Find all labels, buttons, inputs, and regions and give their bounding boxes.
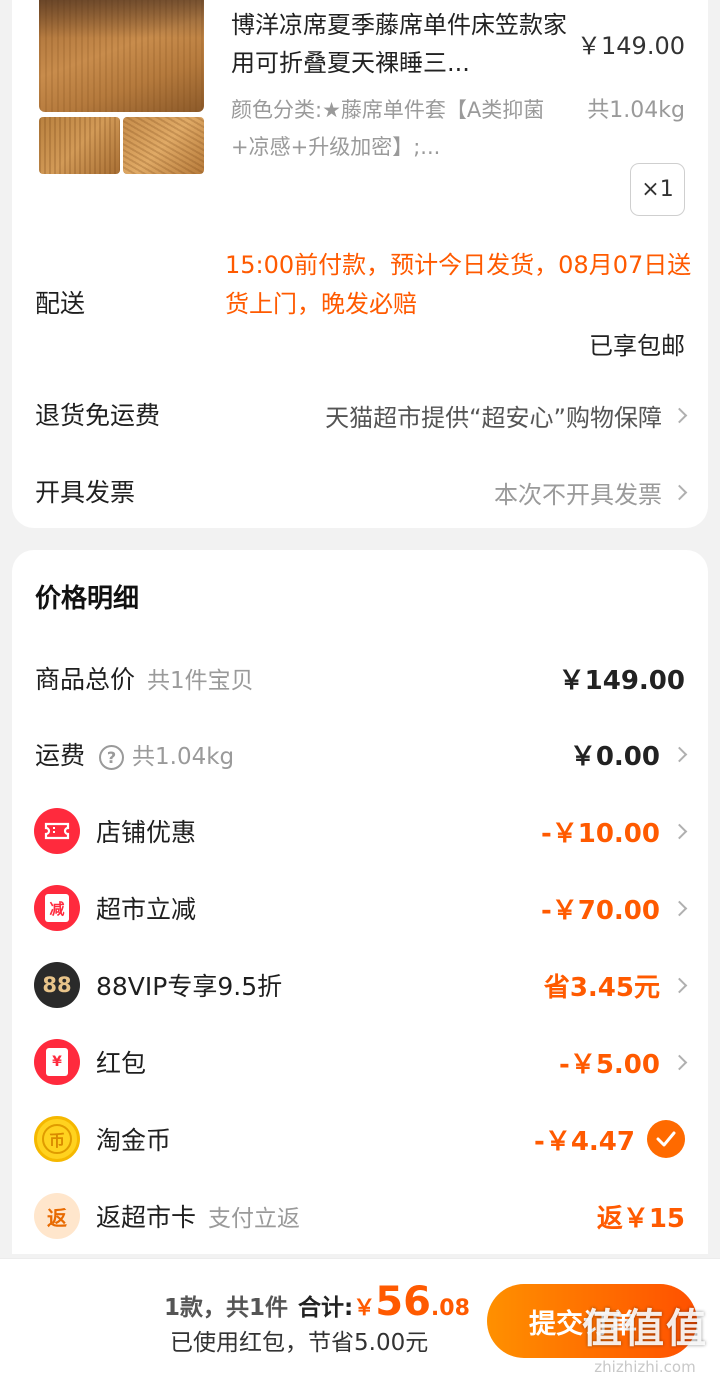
help-icon[interactable]: ? [99, 744, 125, 770]
watermark-domain: zhizhizhi.com [594, 1358, 696, 1376]
goods-total-amount: ￥149.00 [558, 665, 685, 696]
store-coupon-icon [34, 808, 80, 854]
red-packet-amount: -￥5.00 [559, 1049, 660, 1080]
product-image[interactable] [39, 0, 204, 112]
market-discount-amount: -￥70.00 [540, 895, 660, 926]
cashback-amount: 返￥15 [596, 1203, 685, 1234]
total-decimal: .08 [430, 1296, 470, 1321]
vip-discount-row[interactable]: 88 88VIP专享9.5折 省3.45元 [12, 955, 708, 1015]
chevron-right-icon [671, 407, 688, 424]
product-title[interactable]: 博洋凉席夏季藤席单件床笠款家用可折叠夏天裸睡三... [231, 6, 567, 82]
total-label: 合计: [298, 1295, 354, 1321]
price-details-card: 价格明细 商品总价 共1件宝贝 ￥149.00 运费? 共1.04kg ￥0.00 … [12, 550, 708, 1254]
product-thumbnail-1[interactable] [39, 117, 120, 174]
vip-88-icon: 88 [34, 962, 80, 1008]
chevron-right-icon [671, 484, 688, 501]
product-thumbnail-2[interactable] [123, 117, 204, 174]
market-discount-label: 超市立减 [96, 895, 197, 924]
delivery-label: 配送 [35, 289, 86, 318]
chevron-right-icon [671, 1054, 688, 1070]
product-sku[interactable]: 颜色分类:★藤席单件套【A类抑菌+凉感+升级加密】;... [231, 92, 551, 166]
invoice-row[interactable]: 本次不开具发票 [494, 475, 688, 510]
return-shipping-row[interactable]: 天猫超市提供“超安心”购物保障 [325, 398, 688, 433]
cashback-row: 返 返超市卡 支付立返 返￥15 [12, 1186, 708, 1246]
freight-label: 运费 [35, 741, 86, 770]
freight-amount: ￥0.00 [569, 741, 660, 772]
store-discount-row[interactable]: 店铺优惠 -￥10.00 [12, 801, 708, 861]
market-discount-row[interactable]: 减 超市立减 -￥70.00 [12, 878, 708, 938]
red-packet-row[interactable]: ¥ 红包 -￥5.00 [12, 1032, 708, 1092]
store-discount-label: 店铺优惠 [96, 818, 197, 847]
item-count: 1款，共1件 [164, 1295, 289, 1321]
vip-discount-amount: 省3.45元 [543, 972, 660, 1003]
freight-weight: 共1.04kg [132, 744, 235, 770]
chevron-right-icon [671, 977, 688, 993]
chevron-right-icon [671, 900, 688, 916]
total-currency: ￥ [353, 1296, 376, 1321]
freight-row[interactable]: 运费? 共1.04kg ￥0.00 [12, 724, 708, 784]
quantity-button[interactable]: ×1 [630, 163, 685, 216]
price-details-title: 价格明细 [35, 584, 140, 614]
delivery-estimate: 15:00前付款，预计今日发货，08月07日送货上门，晚发必赔 [225, 251, 692, 318]
total-integer: 56 [375, 1279, 431, 1325]
taojinbi-label: 淘金币 [96, 1126, 172, 1155]
return-shipping-value: 天猫超市提供“超安心”购物保障 [325, 404, 662, 432]
red-packet-label: 红包 [96, 1049, 147, 1078]
invoice-label: 开具发票 [35, 478, 136, 507]
vip-discount-label: 88VIP专享9.5折 [96, 972, 283, 1001]
goods-total-row: 商品总价 共1件宝贝 ￥149.00 [12, 648, 708, 708]
product-price: ￥149.00 [577, 32, 685, 60]
discount-icon: 减 [34, 885, 80, 931]
product-weight: 共1.04kg [587, 98, 685, 123]
saved-note: 已使用红包，节省5.00元 [170, 1330, 429, 1356]
chevron-right-icon [671, 823, 688, 839]
cashback-sub: 支付立返 [208, 1206, 301, 1232]
watermark-text: 值值值 [582, 1306, 708, 1352]
cashback-label: 返超市卡 [96, 1203, 197, 1232]
gold-coin-icon: 币 [34, 1116, 80, 1162]
taojinbi-row[interactable]: 币 淘金币 -￥4.47 [12, 1109, 708, 1169]
order-summary: 1款，共1件 合计: ￥ 56 .08 [164, 1279, 470, 1325]
goods-total-label: 商品总价 [35, 665, 136, 694]
red-packet-icon: ¥ [34, 1039, 80, 1085]
goods-total-sub: 共1件宝贝 [147, 668, 254, 694]
order-item-card: 博洋凉席夏季藤席单件床笠款家用可折叠夏天裸睡三... ￥149.00 颜色分类:… [12, 0, 708, 528]
checkmark-icon[interactable] [647, 1120, 685, 1158]
invoice-value: 本次不开具发票 [494, 481, 662, 509]
cashback-icon: 返 [34, 1193, 80, 1239]
store-discount-amount: -￥10.00 [540, 818, 660, 849]
watermark: 值值值 zhizhizhi.com [582, 1296, 708, 1376]
return-shipping-label: 退货免运费 [35, 401, 161, 430]
chevron-right-icon [671, 746, 688, 762]
taojinbi-amount: -￥4.47 [534, 1126, 635, 1157]
free-shipping-text: 已享包邮 [589, 332, 685, 360]
